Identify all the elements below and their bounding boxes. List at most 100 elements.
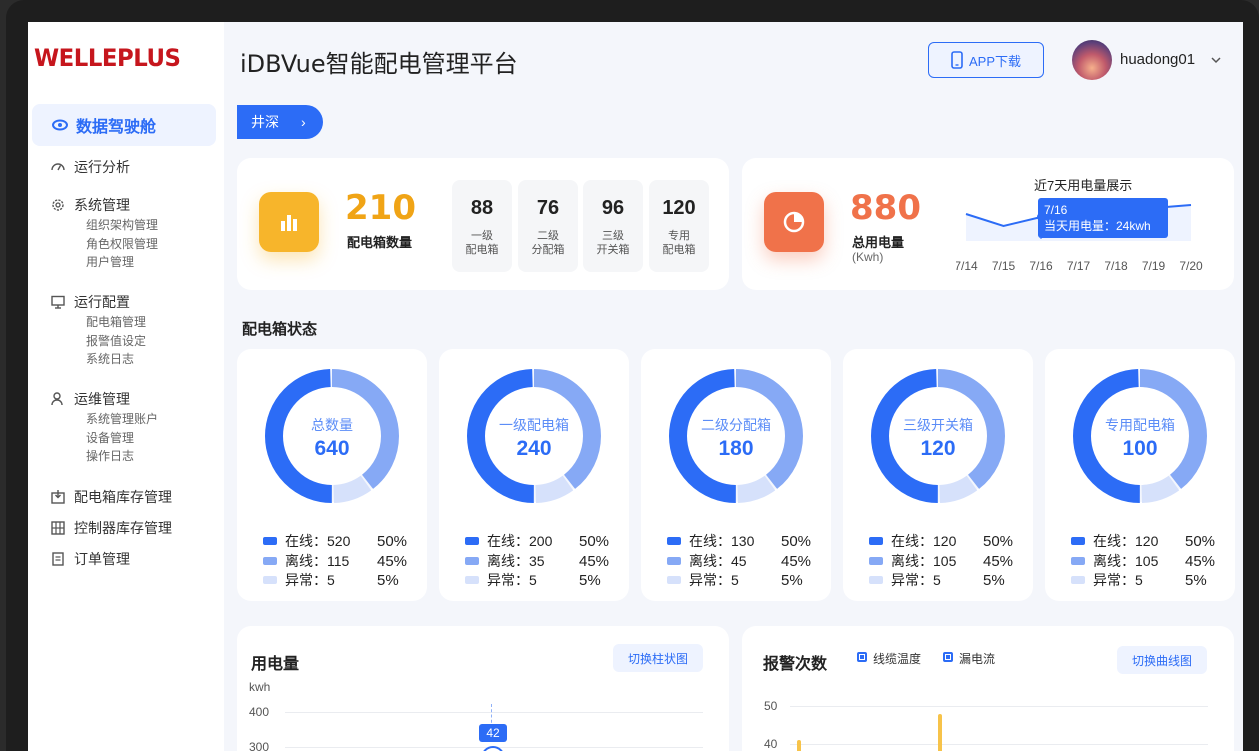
status-card[interactable]: 三级开关箱 120 在线：120 50% 离线：105 45% 异常：5 5%	[843, 349, 1033, 601]
avatar[interactable]	[1072, 40, 1112, 80]
sidebar-group-box-stock[interactable]: 配电箱库存管理	[50, 486, 172, 508]
status-card[interactable]: 一级配电箱 240 在线：200 50% 离线：35 45% 异常：5 5%	[439, 349, 629, 601]
trend-day-label: 7/14	[956, 259, 978, 273]
status-card[interactable]: 专用配电箱 100 在线：120 50% 离线：105 45% 异常：5 5%	[1045, 349, 1235, 601]
legend-percent: 5%	[377, 571, 399, 589]
legend-online: 在线：120 50%	[869, 531, 1019, 551]
donut-total: 180	[718, 437, 754, 460]
legend-percent: 5%	[983, 571, 1005, 589]
legend-leakage[interactable]: 漏电流	[959, 650, 995, 667]
status-card[interactable]: 总数量 640 在线：520 50% 离线：115 45% 异常：5 5%	[237, 349, 427, 601]
status-section-title: 配电箱状态	[242, 321, 318, 338]
legend-label: 离线：105	[1093, 553, 1159, 569]
legend-percent: 45%	[377, 552, 408, 570]
sidebar-group-orders[interactable]: 订单管理	[50, 548, 130, 570]
power-unit: (Kwh)	[852, 250, 884, 264]
sidebar-group-label: 运行配置	[74, 294, 130, 310]
sidebar-item-users[interactable]: 用户管理	[86, 253, 158, 272]
legend-swatch	[263, 557, 277, 565]
sidebar-item-devices[interactable]: 设备管理	[86, 429, 158, 448]
power-summary-card: 880 总用电量 (Kwh) 近7天用电量展示 7/14 7/15 7/16 7/17…	[742, 158, 1234, 290]
legend-swatch	[869, 537, 883, 545]
gauge-icon	[51, 163, 65, 171]
legend-abnormal: 异常：5 5%	[465, 570, 615, 590]
doc-icon	[52, 552, 64, 566]
legend-abnormal: 异常：5 5%	[1071, 570, 1221, 590]
stat-label: 二级 分配箱	[531, 230, 565, 256]
special-box-stat[interactable]: 120 专用 配电箱	[649, 180, 709, 272]
stat-label: 专用 配电箱	[662, 230, 696, 256]
legend-abnormal: 异常：5 5%	[667, 570, 817, 590]
legend-label: 异常：5	[285, 572, 335, 588]
trend-day-label: 7/20	[1179, 259, 1203, 273]
legend-percent: 45%	[1185, 552, 1216, 570]
inbox-icon	[51, 490, 65, 504]
stat-value: 120	[662, 197, 696, 219]
box-count: 210	[345, 188, 416, 228]
usage-tick: 400	[249, 705, 270, 719]
donut-total: 100	[1122, 437, 1158, 460]
page-title: iDBVue智能配电管理平台	[240, 50, 518, 78]
chevron-down-icon[interactable]	[1210, 54, 1222, 66]
sidebar-group-ctrl-stock[interactable]: 控制器库存管理	[50, 517, 172, 539]
sidebar-item-accounts[interactable]: 系统管理账户	[86, 410, 158, 429]
legend-swatch	[1071, 537, 1085, 545]
legend-swatch	[465, 576, 479, 584]
level3-box-stat[interactable]: 96 三级 开关箱	[583, 180, 643, 272]
legend-offline: 离线：105 45%	[869, 551, 1019, 571]
sidebar-group-label: 运维管理	[74, 391, 130, 407]
sidebar-item-oplog[interactable]: 操作日志	[86, 447, 158, 466]
phone-icon	[951, 51, 963, 69]
sidebar-group-analysis[interactable]: 运行分析	[50, 156, 130, 178]
usage-chart-title: 用电量	[251, 656, 300, 673]
monitor-icon	[51, 295, 65, 309]
legend-label: 在线：130	[689, 533, 755, 549]
sidebar-item-syslog[interactable]: 系统日志	[86, 350, 146, 369]
legend-label: 离线：115	[285, 553, 350, 569]
sidebar-item-label: 数据驾驶舱	[76, 119, 157, 136]
sidebar-item-org[interactable]: 组织架构管理	[86, 216, 158, 235]
sidebar-item-roles[interactable]: 角色权限管理	[86, 235, 158, 254]
sidebar-group-ops[interactable]: 运维管理 系统管理账户 设备管理 操作日志	[50, 388, 158, 466]
sidebar-item-alarm-setting[interactable]: 报警值设定	[86, 332, 146, 351]
sidebar-group-config[interactable]: 运行配置 配电箱管理 报警值设定 系统日志	[50, 291, 146, 369]
app-download-button[interactable]: APP下载	[928, 42, 1044, 78]
stat-label: 一级 配电箱	[465, 230, 499, 256]
legend-cable-temp[interactable]: 线缆温度	[873, 650, 921, 667]
power-total-label: 总用电量	[852, 235, 905, 250]
legend-label: 离线：35	[487, 553, 545, 569]
gridline	[790, 706, 1208, 707]
sidebar-item-box-mgmt[interactable]: 配电箱管理	[86, 313, 146, 332]
sidebar-item-dashboard[interactable]: 数据驾驶舱	[32, 104, 216, 146]
legend-swatch	[869, 557, 883, 565]
legend-swatch	[263, 576, 277, 584]
trend-day-label: 7/18	[1104, 259, 1128, 273]
trend-day-label: 7/19	[1142, 259, 1166, 273]
breadcrumb-label: 井深	[251, 114, 279, 130]
sidebar-group-system[interactable]: 系统管理 组织架构管理 角色权限管理 用户管理	[50, 194, 158, 272]
legend-percent: 50%	[983, 532, 1014, 550]
breadcrumb[interactable]: 井深 ›	[237, 105, 323, 139]
level1-box-stat[interactable]: 88 一级 配电箱	[452, 180, 512, 272]
level2-box-stat[interactable]: 76 二级 分配箱	[518, 180, 578, 272]
legend-label: 在线：520	[285, 533, 351, 549]
app-download-label: APP下载	[968, 53, 1021, 69]
switch-bar-chart-button[interactable]: 切换柱状图	[613, 644, 703, 672]
legend-offline: 离线：115 45%	[263, 551, 413, 571]
donut-category: 三级开关箱	[903, 417, 973, 433]
legend-swatch	[1071, 576, 1085, 584]
gridline	[790, 744, 1208, 745]
donut-category: 专用配电箱	[1105, 417, 1175, 433]
sidebar-group-label: 控制器库存管理	[74, 520, 172, 536]
sidebar: WELLEPLUS 数据驾驶舱 运行分析 系统管理 组织架构管理 角色权限管理 …	[28, 22, 224, 751]
username[interactable]: huadong01	[1120, 51, 1195, 68]
trend-tooltip: 7/16 当天用电量：24kwh	[1038, 198, 1168, 238]
tooltip-date: 7/16	[1044, 203, 1068, 217]
switch-line-chart-button[interactable]: 切换曲线图	[1117, 646, 1207, 674]
status-card[interactable]: 二级分配箱 180 在线：130 50% 离线：45 45% 异常：5 5%	[641, 349, 831, 601]
status-donut	[669, 369, 803, 503]
legend-label: 异常：5	[1093, 572, 1143, 588]
legend-percent: 45%	[983, 552, 1014, 570]
usage-chart-card: 用电量 切换柱状图 kwh 400 300 42	[237, 626, 729, 751]
legend-label: 在线：200	[487, 533, 553, 549]
